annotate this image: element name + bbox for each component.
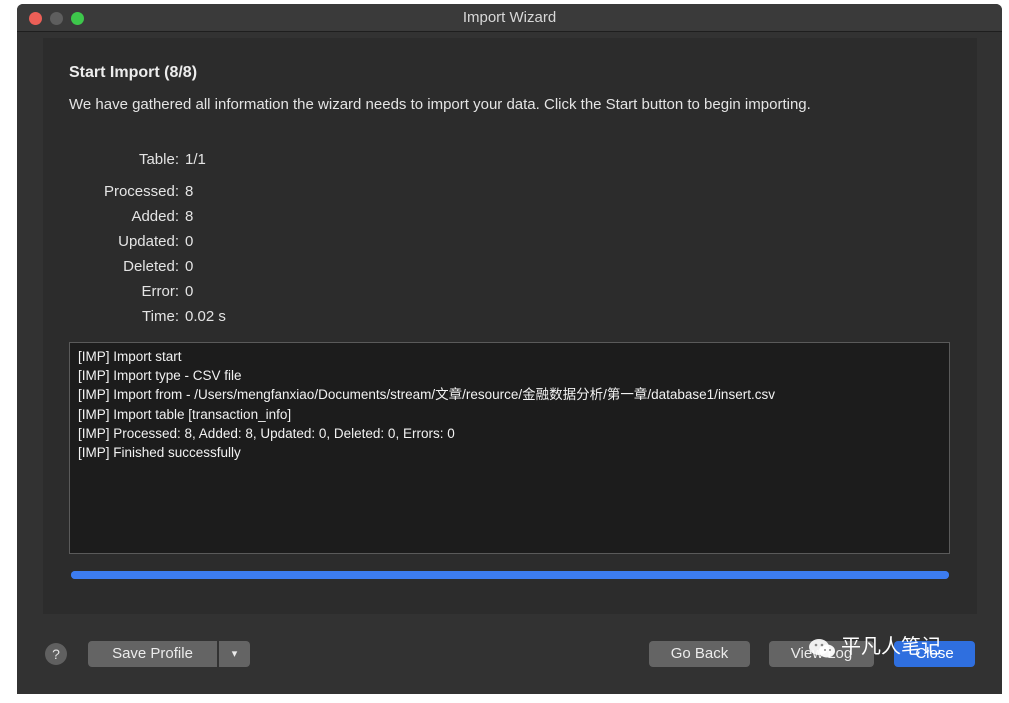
progress-fill — [71, 571, 949, 579]
stat-processed-value: 8 — [185, 183, 194, 200]
stat-deleted-value: 0 — [185, 258, 194, 275]
stat-added-label: Added: — [131, 208, 179, 225]
log-line: [IMP] Import type - CSV file — [78, 368, 242, 384]
stat-updated-value: 0 — [185, 233, 194, 250]
help-button[interactable]: ? — [45, 643, 67, 665]
stat-time-value: 0.02 s — [185, 308, 226, 325]
log-line: [IMP] Processed: 8, Added: 8, Updated: 0… — [78, 425, 455, 441]
title-bar: Import Wizard — [17, 4, 1002, 32]
stat-added-value: 8 — [185, 208, 194, 225]
log-line: [IMP] Import table [transaction_info] — [78, 406, 292, 422]
step-heading: Start Import (8/8) — [69, 64, 198, 81]
wechat-icon — [809, 639, 835, 658]
stat-updated-label: Updated: — [118, 233, 179, 250]
stat-processed-label: Processed: — [103, 183, 179, 200]
close-window-icon[interactable] — [29, 12, 42, 25]
stat-error-label: Error: — [141, 283, 180, 300]
import-log-textarea[interactable]: [IMP] Import start [IMP] Import type - CS… — [69, 342, 950, 554]
log-line: [IMP] Import start — [78, 349, 182, 364]
maximize-window-icon[interactable] — [71, 12, 84, 25]
watermark: 平凡人笔记 — [808, 630, 941, 659]
wizard-content-panel: Start Import (8/8) We have gathered all … — [43, 38, 977, 614]
step-description: We have gathered all information the wiz… — [69, 96, 811, 113]
save-profile-button[interactable]: Save Profile — [88, 641, 217, 667]
minimize-window-icon[interactable] — [50, 12, 63, 25]
stat-deleted-label: Deleted: — [123, 258, 179, 275]
stat-table-label: Table: — [138, 151, 179, 168]
import-wizard-window: Import Wizard Start Import (8/8) We have… — [17, 4, 1002, 694]
stat-time-label: Time: — [142, 308, 179, 325]
stat-table-value: 1/1 — [185, 151, 206, 168]
log-line: [IMP] Finished successfully — [78, 445, 241, 461]
log-line: [IMP] Import from - /Users/mengfanxiao/D… — [78, 387, 775, 403]
window-title: Import Wizard — [462, 9, 557, 26]
import-progress-bar — [71, 571, 949, 579]
go-back-button[interactable]: Go Back — [649, 641, 750, 667]
save-profile-menu-button[interactable]: ▾ — [219, 641, 250, 667]
watermark-text: 平凡人笔记 — [841, 636, 941, 658]
stat-error-value: 0 — [185, 283, 194, 300]
